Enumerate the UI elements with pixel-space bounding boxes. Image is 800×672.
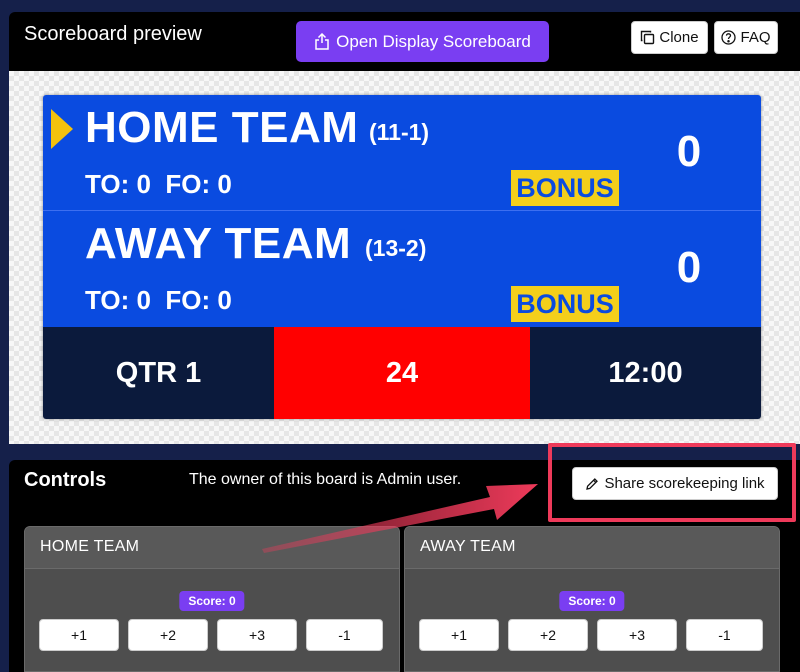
game-clock-display: 12:00 — [530, 327, 761, 419]
pencil-icon — [586, 477, 599, 490]
home-bonus-badge: BONUS — [511, 170, 619, 206]
home-plus-3-button[interactable]: +3 — [217, 619, 297, 651]
period-display: QTR 1 — [43, 327, 274, 419]
away-team-row: AWAY TEAM (13-2) TO: 0 FO: 0 BONUS 0 — [43, 211, 761, 327]
home-team-row: HOME TEAM (11-1) TO: 0 FO: 0 BONUS 0 — [43, 95, 761, 211]
home-card-header: HOME TEAM — [25, 527, 399, 569]
away-plus-3-button[interactable]: +3 — [597, 619, 677, 651]
faq-button[interactable]: FAQ — [714, 21, 778, 54]
preview-title: Scoreboard preview — [24, 23, 202, 45]
away-plus-1-button[interactable]: +1 — [419, 619, 499, 651]
away-plus-2-button[interactable]: +2 — [508, 619, 588, 651]
away-team-name: AWAY TEAM — [85, 219, 352, 268]
share-scorekeeping-link-button[interactable]: Share scorekeeping link — [572, 467, 778, 500]
away-score-buttons: +1 +2 +3 -1 — [419, 619, 763, 651]
home-team-record: (11-1) — [369, 119, 430, 145]
clone-label: Clone — [659, 29, 699, 46]
question-circle-icon — [721, 30, 737, 45]
open-display-label: Open Display Scoreboard — [336, 31, 531, 51]
home-score-badge: Score: 0 — [179, 591, 245, 611]
scoreboard-display: HOME TEAM (11-1) TO: 0 FO: 0 BONUS 0 AWA… — [43, 95, 761, 419]
away-bonus-badge: BONUS — [511, 286, 619, 322]
controls-panel: Controls The owner of this board is Admi… — [9, 460, 800, 672]
controls-title: Controls — [24, 469, 107, 491]
share-upload-icon — [315, 33, 329, 50]
home-team-score: 0 — [676, 127, 702, 176]
away-team-controls-card: AWAY TEAM Score: 0 +1 +2 +3 -1 — [404, 526, 780, 672]
away-team-score: 0 — [676, 243, 702, 292]
home-card-title: HOME TEAM — [40, 538, 140, 555]
possession-arrow-icon — [51, 109, 73, 149]
scoreboard-preview-panel: Scoreboard preview Open Display Scoreboa… — [9, 12, 800, 444]
away-card-header: AWAY TEAM — [405, 527, 779, 569]
away-score-badge: Score: 0 — [559, 591, 625, 611]
away-team-stats: TO: 0 FO: 0 — [85, 285, 232, 315]
share-label: Share scorekeeping link — [604, 475, 765, 492]
clone-button[interactable]: Clone — [631, 21, 708, 54]
away-card-title: AWAY TEAM — [420, 538, 516, 555]
home-score-buttons: +1 +2 +3 -1 — [39, 619, 383, 651]
home-team-name: HOME TEAM — [85, 103, 359, 152]
home-team-controls-card: HOME TEAM Score: 0 +1 +2 +3 -1 — [24, 526, 400, 672]
app-root: Scoreboard preview Open Display Scoreboa… — [0, 0, 800, 672]
shot-clock-display: 24 — [274, 327, 530, 419]
copy-icon — [641, 30, 655, 45]
home-plus-2-button[interactable]: +2 — [128, 619, 208, 651]
home-plus-1-button[interactable]: +1 — [39, 619, 119, 651]
home-team-stats: TO: 0 FO: 0 — [85, 169, 232, 199]
away-minus-1-button[interactable]: -1 — [686, 619, 763, 651]
owner-text: The owner of this board is Admin user. — [189, 471, 462, 488]
faq-label: FAQ — [740, 29, 771, 46]
home-minus-1-button[interactable]: -1 — [306, 619, 383, 651]
away-team-record: (13-2) — [365, 235, 427, 261]
game-info-row: QTR 1 24 12:00 — [43, 327, 761, 419]
open-display-scoreboard-button[interactable]: Open Display Scoreboard — [296, 21, 549, 62]
scoreboard-canvas: HOME TEAM (11-1) TO: 0 FO: 0 BONUS 0 AWA… — [9, 71, 800, 444]
